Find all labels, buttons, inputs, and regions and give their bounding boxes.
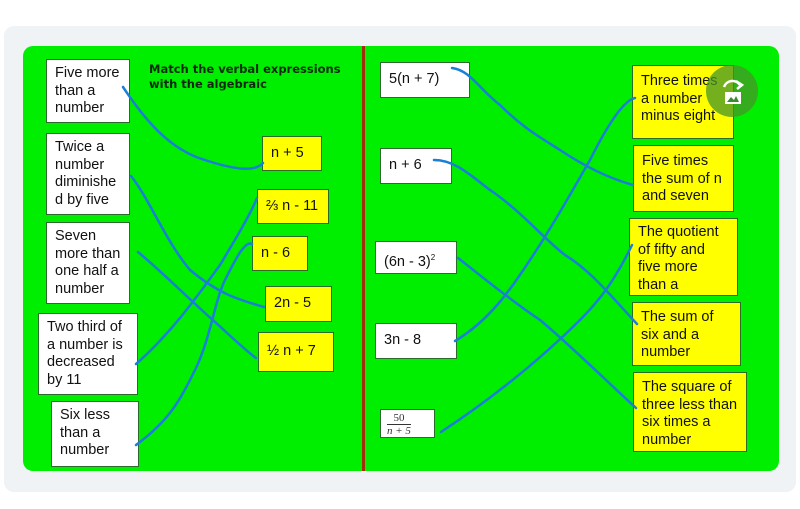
rotate-image-button[interactable] [706,65,758,117]
match-line [453,96,637,343]
match-line [432,158,639,326]
rotate-image-icon [722,79,745,104]
match-line [129,174,266,309]
match-line [450,66,635,187]
match-lines [121,66,639,447]
match-line [121,85,265,170]
match-line [134,196,259,366]
match-line [439,243,634,434]
match-line [456,256,638,410]
match-line [136,250,258,360]
